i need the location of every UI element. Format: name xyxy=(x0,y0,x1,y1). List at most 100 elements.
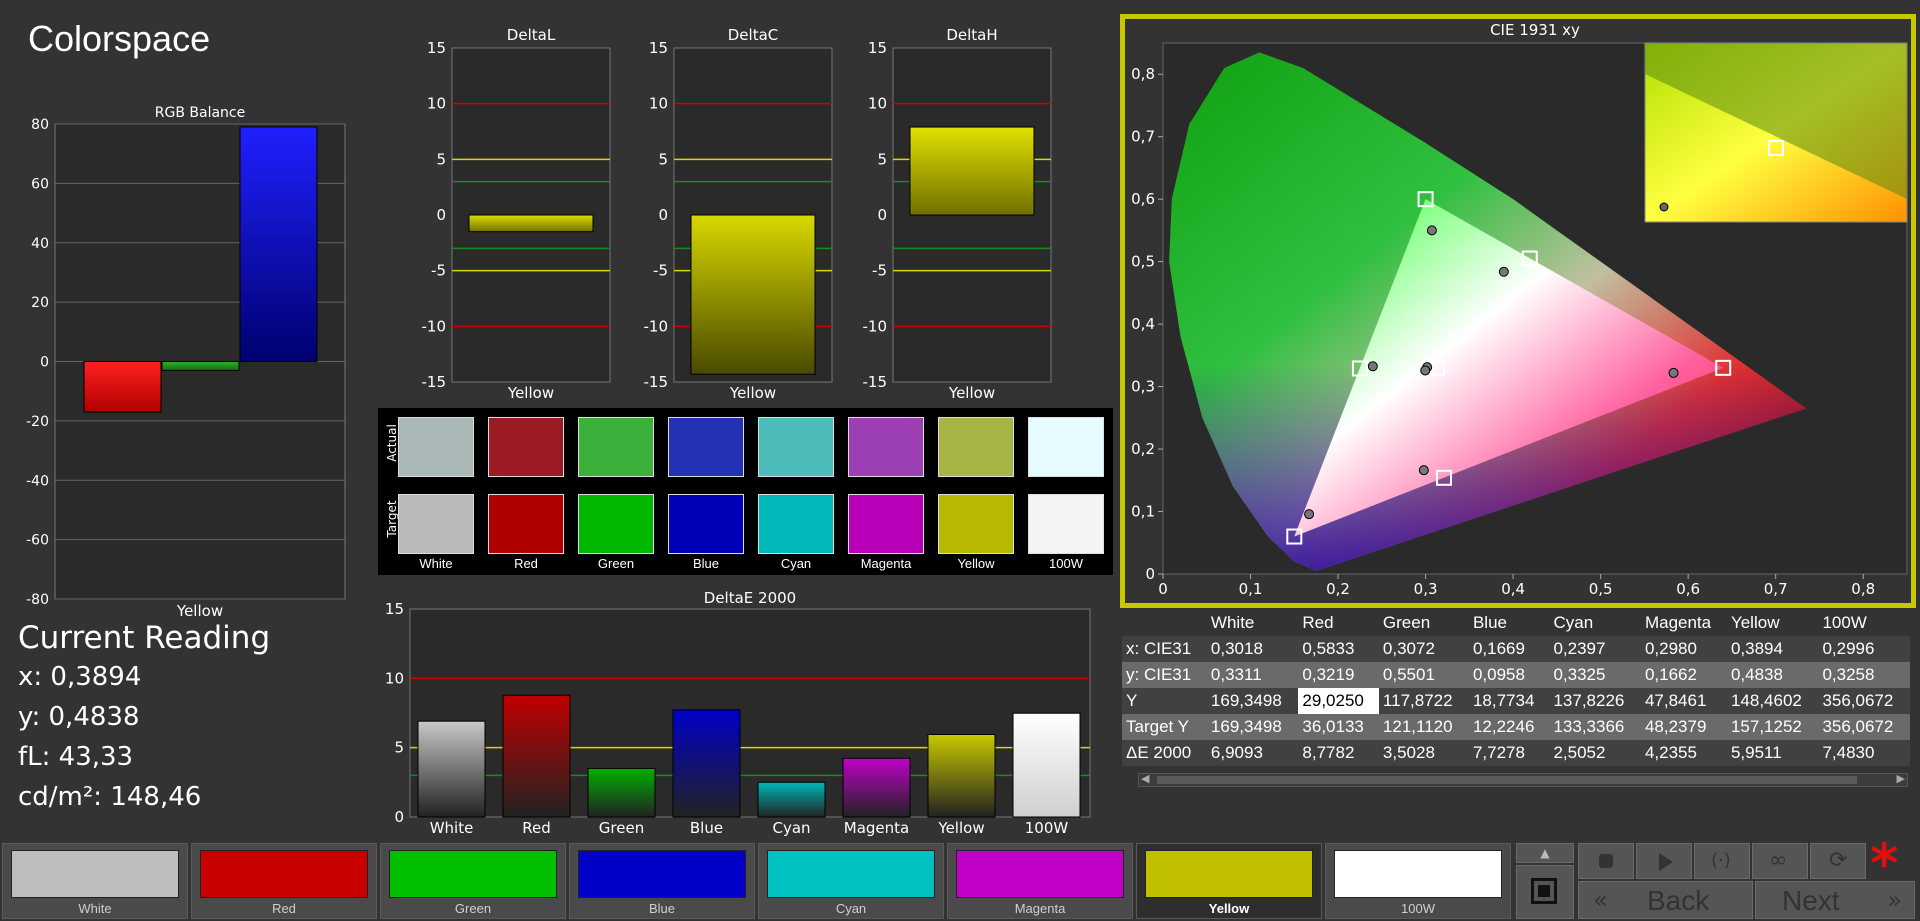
table-cell: 2,5052 xyxy=(1549,740,1641,766)
rgb-ytick: 80 xyxy=(31,117,49,133)
cie-measured-marker xyxy=(1426,225,1437,236)
delta-ytick: 10 xyxy=(868,95,887,113)
table-cell: 7,7278 xyxy=(1468,740,1550,766)
swatch-button-white[interactable]: White xyxy=(2,843,188,919)
delta-ytick: 10 xyxy=(427,95,446,113)
delta-ytick: -15 xyxy=(863,373,888,391)
target-patch-magenta xyxy=(848,494,924,554)
rgb-balance-chart: RGB Balance 80 60 40 20 0 -20 -40 -60 -80 Yellow xyxy=(26,105,346,620)
cie-ytick: 0,4 xyxy=(1131,315,1155,333)
table-cell: 137,8226 xyxy=(1549,688,1641,714)
swatch-label: Cyan xyxy=(835,901,867,916)
swatch-button-magenta[interactable]: Magenta xyxy=(947,843,1133,919)
scroll-thumb[interactable] xyxy=(1157,776,1857,784)
stop-button[interactable] xyxy=(1578,843,1634,879)
table-cell: 148,4602 xyxy=(1726,688,1819,714)
stop-toggle-button[interactable] xyxy=(1516,865,1574,919)
table-cell: 3,5028 xyxy=(1378,740,1469,766)
swatch-color xyxy=(389,850,557,898)
table-row: x: CIE31 0,3018 0,5833 0,3072 0,1669 0,2397 0,… xyxy=(1122,636,1910,662)
scroll-up-button[interactable]: ▲ xyxy=(1516,843,1574,863)
deltae-xlabel: Green xyxy=(599,819,644,837)
rgb-ytick: 60 xyxy=(31,176,49,192)
rgb-bar-red xyxy=(83,361,162,413)
swatch-button-green[interactable]: Green xyxy=(380,843,566,919)
cie-ytick: 0,1 xyxy=(1131,503,1155,521)
swatch-label: 100W xyxy=(1401,901,1435,916)
delta-title-0: DeltaL xyxy=(507,26,556,44)
continuous-button[interactable]: ∞ xyxy=(1752,843,1808,879)
delta-ytick: -10 xyxy=(644,317,669,335)
table-cell: Green xyxy=(1378,610,1469,636)
table-cell: 0,5833 xyxy=(1298,636,1379,662)
target-patch-red xyxy=(488,494,564,554)
cie-ytick: 0,2 xyxy=(1131,440,1155,458)
reading-cdm2: cd/m²: 148,46 xyxy=(18,782,202,812)
swatch-button-blue[interactable]: Blue xyxy=(569,843,755,919)
table-cell: 0,2996 xyxy=(1818,636,1910,662)
rgb-ytick: -40 xyxy=(26,473,49,489)
asterisk-icon[interactable]: * xyxy=(1870,832,1898,895)
cie-chart: CIE 1931 xy 00 0,1 0,1 0,2 0,2 0,3 0,3 0,4 0,4 0,5… xyxy=(1131,21,1908,598)
play-icon xyxy=(1659,853,1673,871)
target-patch-white xyxy=(398,494,474,554)
deltae-xlabel: 100W xyxy=(1025,819,1069,837)
delta-bar-1 xyxy=(690,214,816,375)
delta-bar-2 xyxy=(909,126,1035,216)
cie-ytick: 0,3 xyxy=(1131,378,1155,396)
target-patch-yellow xyxy=(938,494,1014,554)
infinity-icon: ∞ xyxy=(1769,848,1788,873)
delta-ytick: -5 xyxy=(431,262,446,280)
table-scrollbar[interactable]: ◀ ▶ xyxy=(1138,772,1908,787)
cie-measured-marker xyxy=(1668,367,1679,378)
swatch-label: Green xyxy=(454,901,492,916)
table-cell: 0,2397 xyxy=(1549,636,1641,662)
play-button[interactable] xyxy=(1636,843,1692,879)
delta-title-1: DeltaC xyxy=(728,26,779,44)
deltae-ytick: 15 xyxy=(385,600,404,618)
table-cell: Target Y xyxy=(1122,714,1207,740)
measurement-table: White Red Green Blue Cyan Magenta Yellow 100W x:… xyxy=(1122,610,1910,766)
swatch-color xyxy=(956,850,1124,898)
deltae-title: DeltaE 2000 xyxy=(704,589,796,607)
table-cell: x: CIE31 xyxy=(1122,636,1207,662)
patch-label: 100W xyxy=(1049,556,1083,571)
table-cell: Red xyxy=(1298,610,1379,636)
target-patch-cyan xyxy=(758,494,834,554)
delta-ytick: -10 xyxy=(422,317,447,335)
deltae-xlabel: Cyan xyxy=(772,819,810,837)
delta-ytick: -5 xyxy=(872,262,887,280)
table-cell xyxy=(1122,610,1207,636)
swatch-button-100w[interactable]: 100W xyxy=(1325,843,1511,919)
actual-patch-yellow xyxy=(938,417,1014,477)
scroll-left-arrow[interactable]: ◀ xyxy=(1141,772,1149,785)
actual-patch-red xyxy=(488,417,564,477)
refresh-button[interactable]: ⟳ xyxy=(1810,843,1866,879)
delta-xlabel-1: Yellow xyxy=(729,384,776,402)
table-cell: 0,3018 xyxy=(1206,636,1299,662)
deltae-bar-white xyxy=(417,720,486,818)
cie-ytick: 0,5 xyxy=(1131,253,1155,271)
rgb-ytick: -80 xyxy=(26,592,49,608)
swatch-button-cyan[interactable]: Cyan xyxy=(758,843,944,919)
table-cell: 48,2379 xyxy=(1640,714,1727,740)
rgb-bar-blue xyxy=(239,126,318,362)
swatch-button-yellow[interactable]: Yellow xyxy=(1136,843,1322,919)
table-cell: 0,0958 xyxy=(1468,662,1550,688)
chevron-up-icon: ▲ xyxy=(1540,846,1550,860)
actual-patch-white xyxy=(398,417,474,477)
deltae-ytick: 5 xyxy=(394,739,404,757)
cie-xtick: 0,1 xyxy=(1239,580,1263,598)
target-patch-100w xyxy=(1028,494,1104,554)
step-button[interactable]: (·) xyxy=(1694,843,1750,879)
table-cell: 18,7734 xyxy=(1468,688,1550,714)
delta-charts: DeltaL 15 10 5 0 -5 -10 -15 Yellow DeltaC 15 10 5 0 -5… xyxy=(422,26,1052,402)
table-cell: 7,4830 xyxy=(1818,740,1910,766)
table-cell: Y xyxy=(1122,688,1207,714)
rgb-balance-title: RGB Balance xyxy=(155,105,245,121)
table-cell: 0,5501 xyxy=(1378,662,1469,688)
swatch-button-red[interactable]: Red xyxy=(191,843,377,919)
back-button[interactable]: « Back xyxy=(1578,881,1753,919)
actual-patch-100w xyxy=(1028,417,1104,477)
scroll-right-arrow[interactable]: ▶ xyxy=(1897,772,1905,785)
